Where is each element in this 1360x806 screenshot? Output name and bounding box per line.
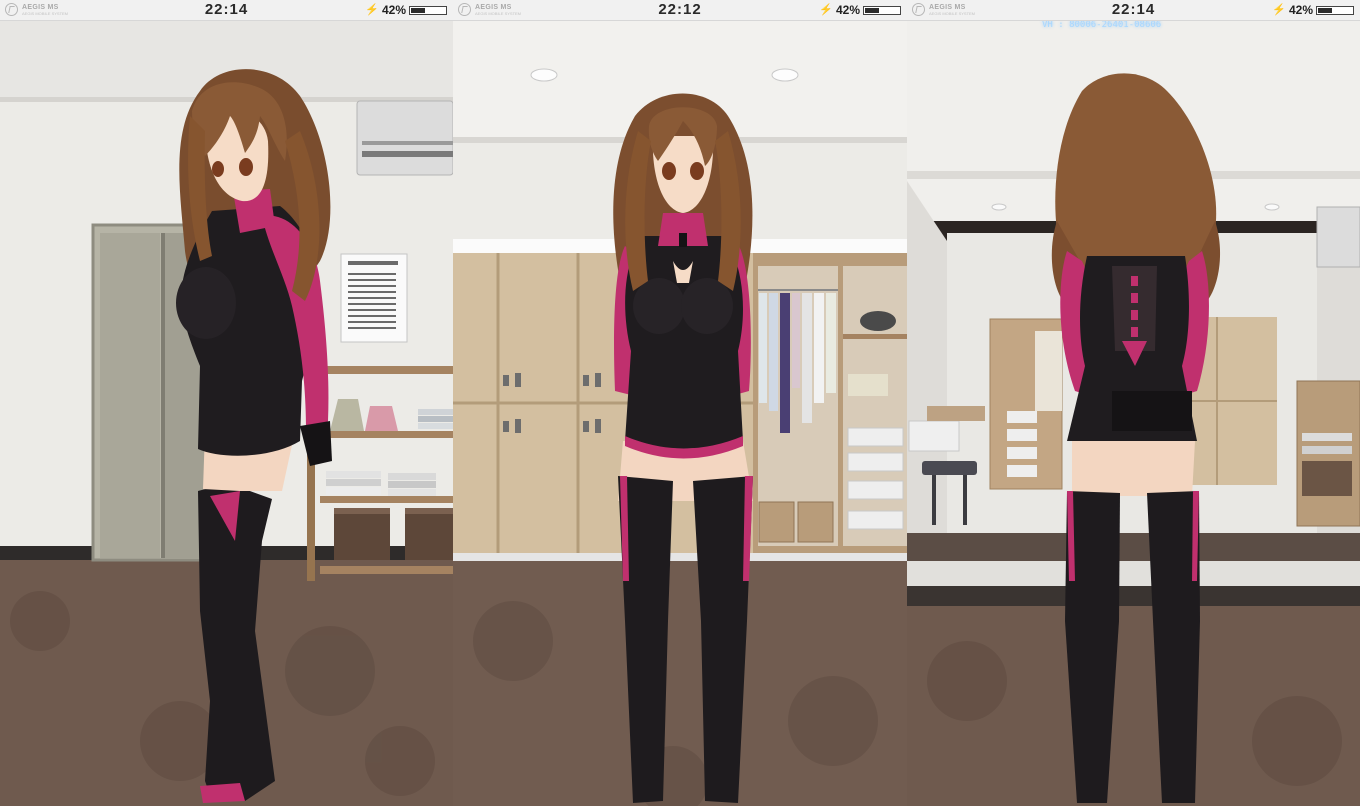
- battery-icon: [409, 5, 447, 15]
- screenshot-panel-side: AEGIS MS AEGIS MOBILE SYSTEM 22:14 ⚡ 42%: [0, 0, 453, 806]
- status-bar: AEGIS MS AEGIS MOBILE SYSTEM 22:12 ⚡ 42%: [453, 0, 907, 21]
- battery-percent: 42%: [1288, 3, 1313, 17]
- charging-bolt-icon: ⚡: [1272, 4, 1286, 16]
- screenshot-panel-front: AEGIS MS AEGIS MOBILE SYSTEM 22:12 ⚡ 42%: [453, 0, 907, 806]
- battery-indicator: ⚡ 42%: [365, 3, 447, 17]
- battery-indicator: ⚡ 42%: [819, 3, 901, 17]
- battery-icon: [1316, 5, 1354, 15]
- overlay-readout: VH : 80006-26401-08606: [1042, 21, 1161, 30]
- battery-percent: 42%: [835, 3, 860, 17]
- charging-bolt-icon: ⚡: [819, 4, 833, 16]
- scene-locker-room-back: VH : 80006-26401-08606: [907, 21, 1360, 806]
- scene-locker-room-side: [0, 21, 453, 806]
- status-bar: AEGIS MS AEGIS MOBILE SYSTEM 22:14 ⚡ 42%: [907, 0, 1360, 21]
- screenshot-panel-back: AEGIS MS AEGIS MOBILE SYSTEM 22:14 ⚡ 42%: [907, 0, 1360, 806]
- battery-icon: [863, 5, 901, 15]
- battery-indicator: ⚡ 42%: [1272, 3, 1354, 17]
- scene-locker-room-front: [453, 21, 907, 806]
- game-screen: AEGIS MS AEGIS MOBILE SYSTEM 22:14 ⚡ 42%: [0, 0, 1360, 806]
- status-bar: AEGIS MS AEGIS MOBILE SYSTEM 22:14 ⚡ 42%: [0, 0, 453, 21]
- battery-percent: 42%: [381, 3, 406, 17]
- charging-bolt-icon: ⚡: [365, 4, 379, 16]
